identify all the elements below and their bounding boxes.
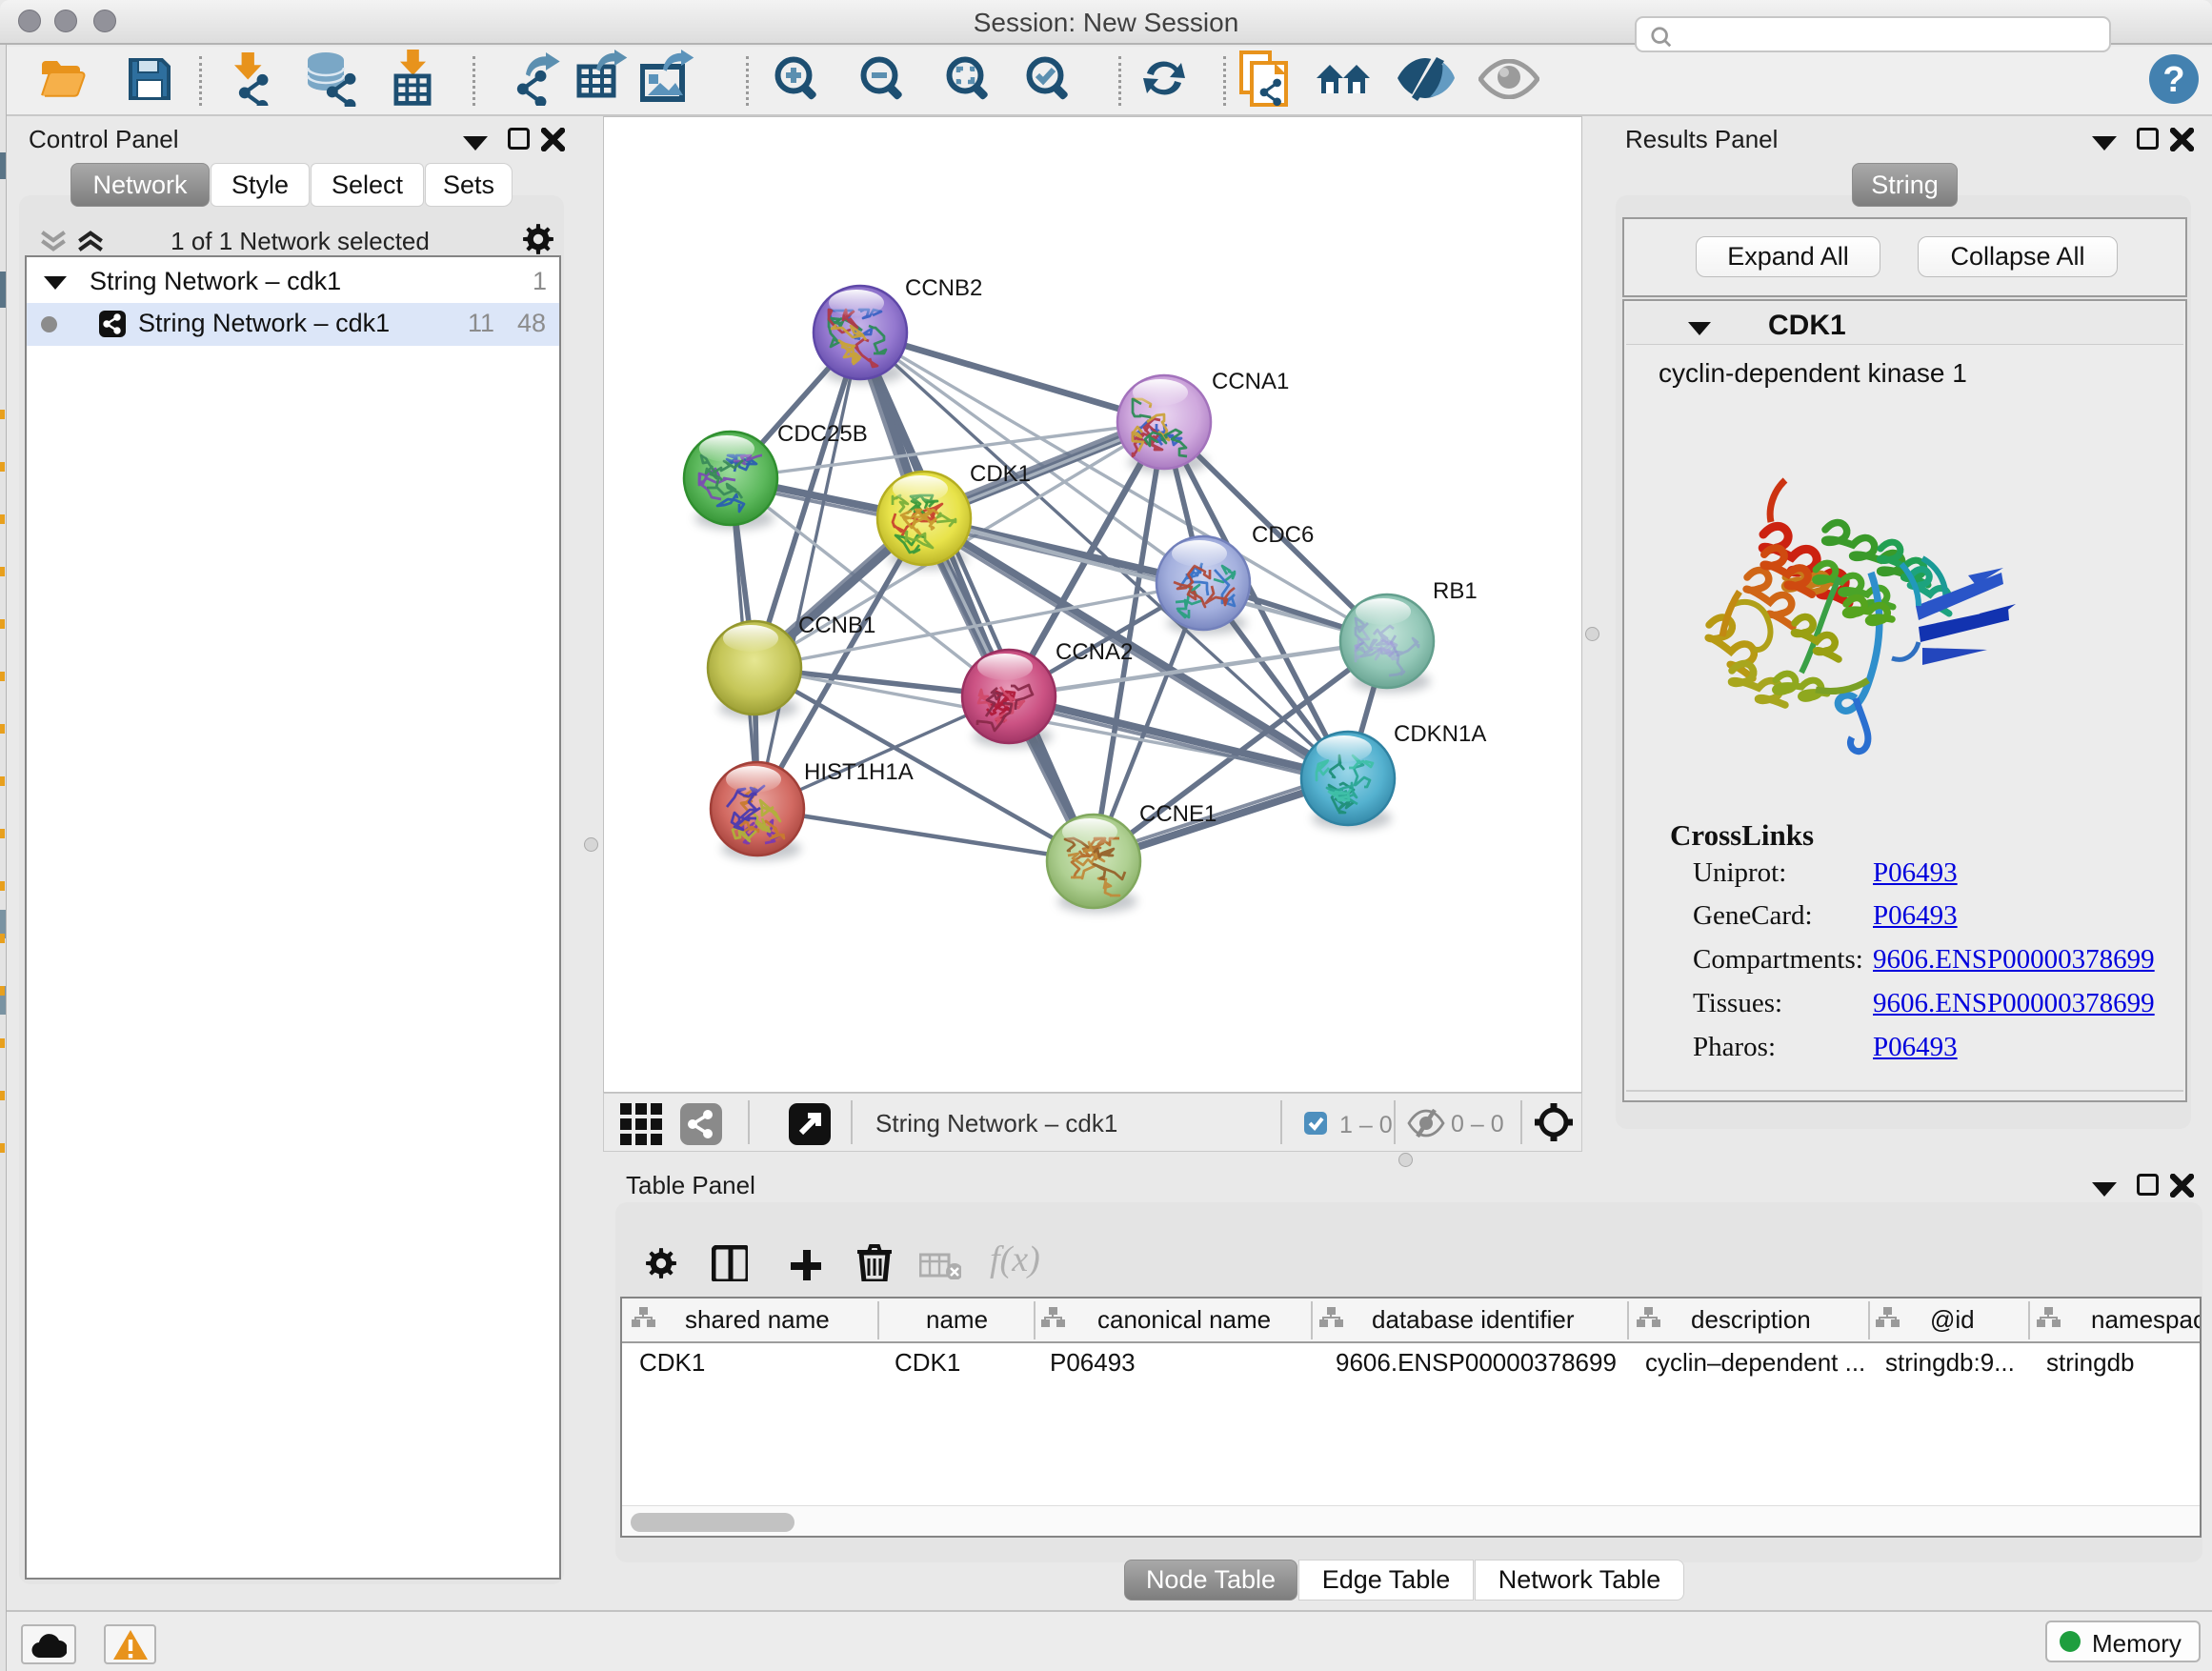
- svg-text:CCNB2: CCNB2: [905, 275, 982, 301]
- svg-text:CDKN1A: CDKN1A: [1394, 721, 1486, 747]
- svg-text:CCNA1: CCNA1: [1212, 369, 1289, 394]
- svg-text:CCNE1: CCNE1: [1139, 801, 1217, 827]
- svg-text:CDK1: CDK1: [970, 461, 1031, 487]
- svg-text:CDC25B: CDC25B: [777, 421, 868, 447]
- svg-text:?: ?: [2162, 60, 2184, 100]
- svg-text:HIST1H1A: HIST1H1A: [804, 759, 914, 785]
- svg-text:CCNB1: CCNB1: [798, 613, 875, 638]
- svg-text:CDC6: CDC6: [1252, 522, 1314, 548]
- svg-text:CCNA2: CCNA2: [1056, 639, 1133, 665]
- svg-text:RB1: RB1: [1433, 578, 1478, 604]
